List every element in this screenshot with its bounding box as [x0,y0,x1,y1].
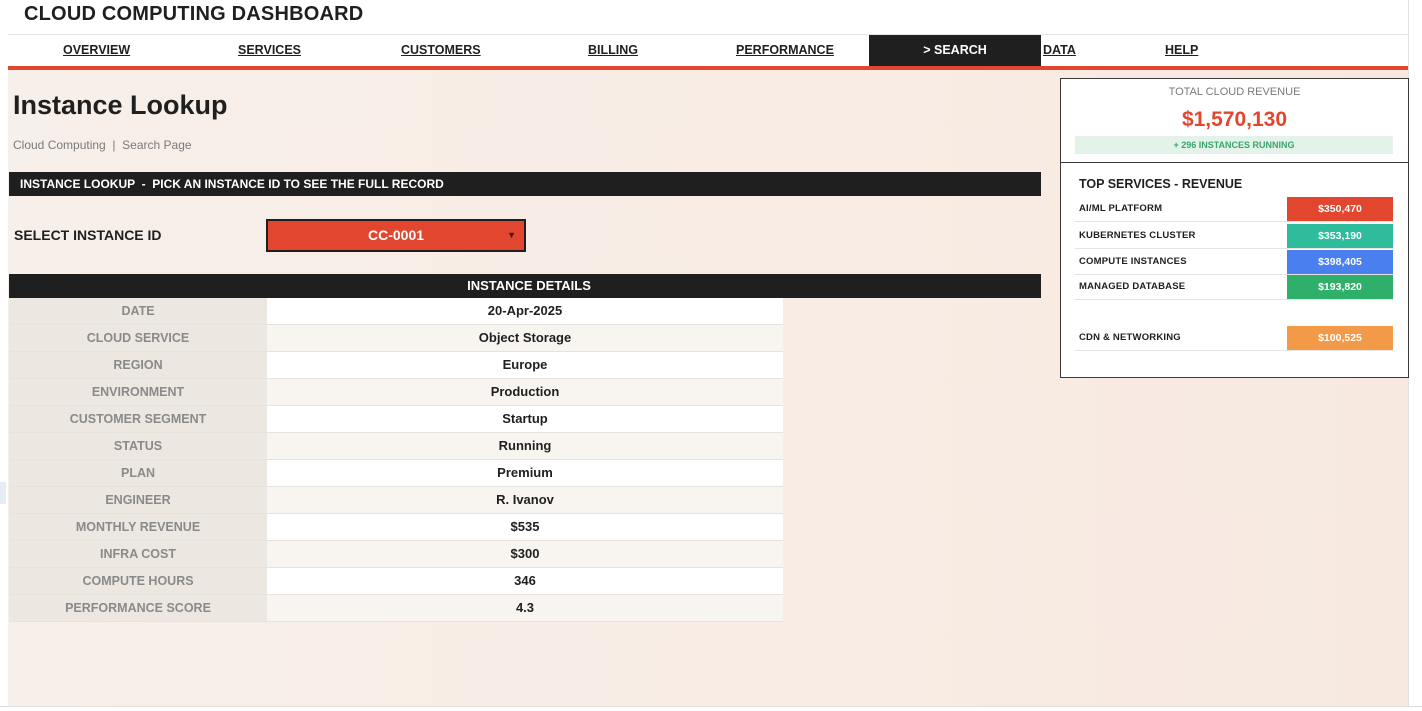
detail-value: Running [267,433,783,459]
dashboard-canvas: CLOUD COMPUTING DASHBOARD OVERVIEW SERVI… [8,0,1409,706]
nav-overview[interactable]: OVERVIEW [63,35,130,66]
detail-value: 4.3 [267,595,783,621]
main-nav: OVERVIEW SERVICES CUSTOMERS BILLING PERF… [8,35,1408,66]
total-revenue-card: TOTAL CLOUD REVENUE $1,570,130 + 296 INS… [1060,78,1409,164]
table-row: ENVIRONMENT Production [9,379,783,406]
row-selection-marker [0,482,6,504]
detail-value: $535 [267,514,783,540]
nav-search[interactable]: > SEARCH [869,35,1041,66]
detail-label: CLOUD SERVICE [9,325,267,351]
horizontal-scrollbar[interactable] [0,706,1422,711]
detail-label: MONTHLY REVENUE [9,514,267,540]
app-title: CLOUD COMPUTING DASHBOARD [24,3,364,25]
lookup-section-title: INSTANCE LOOKUP - PICK AN INSTANCE ID TO… [20,177,444,191]
detail-label: PLAN [9,460,267,486]
details-title: INSTANCE DETAILS [467,278,591,293]
table-row: INFRA COST $300 [9,541,783,568]
detail-value: Object Storage [267,325,783,351]
detail-value: Startup [267,406,783,432]
service-revenue: $193,820 [1287,275,1393,299]
nav-performance[interactable]: PERFORMANCE [736,35,834,66]
instances-running-badge: + 296 INSTANCES RUNNING [1075,136,1393,154]
service-name: CDN & NETWORKING [1079,332,1181,343]
vertical-scrollbar[interactable] [1408,0,1422,710]
detail-label: ENGINEER [9,487,267,513]
list-item: CDN & NETWORKING $100,525 [1075,326,1393,351]
detail-label: REGION [9,352,267,378]
chevron-down-icon[interactable]: ▼ [507,221,516,250]
service-revenue: $398,405 [1287,250,1393,274]
detail-value: Production [267,379,783,405]
detail-value: Premium [267,460,783,486]
service-name: MANAGED DATABASE [1079,281,1186,292]
instance-id-dropdown[interactable]: CC-0001 ▼ [266,219,526,252]
details-header: INSTANCE DETAILS [9,274,1041,298]
total-revenue-label: TOTAL CLOUD REVENUE [1168,86,1301,98]
table-row: PERFORMANCE SCORE 4.3 [9,595,783,622]
breadcrumb: Cloud Computing | Search Page [13,138,192,152]
list-item: KUBERNETES CLUSTER $353,190 [1075,224,1393,249]
list-item: COMPUTE INSTANCES $398,405 [1075,250,1393,275]
table-row: CLOUD SERVICE Object Storage [9,325,783,352]
list-item: AI/ML PLATFORM $350,470 [1075,197,1393,222]
nav-billing[interactable]: BILLING [588,35,638,66]
top-services-card: TOP SERVICES - REVENUE AI/ML PLATFORM $3… [1060,162,1409,378]
nav-data[interactable]: DATA [1043,35,1076,66]
detail-label: DATE [9,298,267,324]
service-name: AI/ML PLATFORM [1079,203,1163,214]
title-bar: CLOUD COMPUTING DASHBOARD [8,0,1408,35]
table-row: CUSTOMER SEGMENT Startup [9,406,783,433]
detail-value: 346 [267,568,783,594]
service-name: COMPUTE INSTANCES [1079,256,1187,267]
detail-value: 20-Apr-2025 [267,298,783,324]
detail-value: R. Ivanov [267,487,783,513]
table-row: ENGINEER R. Ivanov [9,487,783,514]
nav-services[interactable]: SERVICES [238,35,301,66]
table-row: PLAN Premium [9,460,783,487]
table-row: DATE 20-Apr-2025 [9,298,783,325]
table-row: COMPUTE HOURS 346 [9,568,783,595]
details-table: DATE 20-Apr-2025 CLOUD SERVICE Object Stor… [9,298,783,622]
service-name: KUBERNETES CLUSTER [1079,230,1196,241]
table-row: STATUS Running [9,433,783,460]
detail-label: PERFORMANCE SCORE [9,595,267,621]
detail-label: COMPUTE HOURS [9,568,267,594]
service-revenue: $100,525 [1287,326,1393,350]
detail-value: $300 [267,541,783,567]
nav-customers[interactable]: CUSTOMERS [401,35,481,66]
table-row: REGION Europe [9,352,783,379]
service-revenue: $353,190 [1287,224,1393,248]
page-title: Instance Lookup [13,90,228,120]
total-revenue-value: $1,570,130 [1181,108,1288,131]
service-revenue: $350,470 [1287,197,1393,221]
lookup-section-header: INSTANCE LOOKUP - PICK AN INSTANCE ID TO… [9,172,1041,196]
nav-help[interactable]: HELP [1165,35,1198,66]
detail-label: STATUS [9,433,267,459]
top-services-title: TOP SERVICES - REVENUE [1079,177,1243,191]
detail-label: CUSTOMER SEGMENT [9,406,267,432]
detail-label: INFRA COST [9,541,267,567]
detail-label: ENVIRONMENT [9,379,267,405]
nav-accent-rule [8,66,1408,70]
list-item: MANAGED DATABASE $193,820 [1075,275,1393,300]
select-instance-label: SELECT INSTANCE ID [14,227,162,243]
detail-value: Europe [267,352,783,378]
instance-id-value: CC-0001 [367,227,425,243]
table-row: MONTHLY REVENUE $535 [9,514,783,541]
